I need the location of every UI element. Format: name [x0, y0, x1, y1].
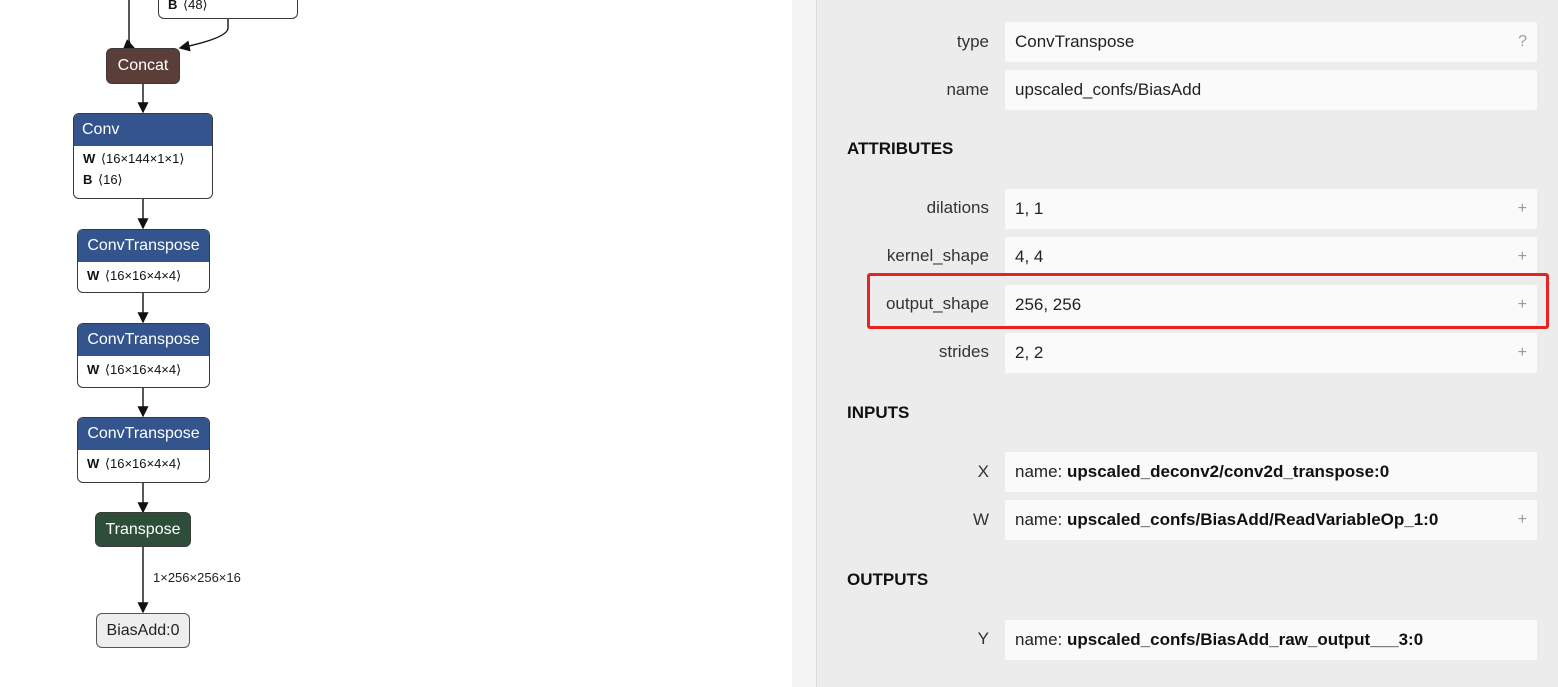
node-output-biasadd[interactable]: BiasAdd:0	[96, 613, 190, 648]
node-conv-w-shape: ⟨16×144×1×1⟩	[100, 151, 185, 166]
properties-panel: type ConvTranspose ? name upscaled_confs…	[792, 0, 1558, 687]
input-w-value: upscaled_confs/BiasAdd/ReadVariableOp_1:…	[1066, 510, 1439, 529]
node-truncated-b-label: B	[168, 0, 178, 12]
node-convtranspose-2-w-label: W	[87, 362, 100, 377]
node-convtranspose-2[interactable]: ConvTranspose W ⟨16×16×4×4⟩	[77, 323, 210, 388]
attr-kernel-shape-box[interactable]: 4, 4 +	[1005, 237, 1537, 277]
node-concat-label: Concat	[117, 57, 169, 74]
attr-dilations-label: dilations	[926, 198, 989, 217]
input-x-box[interactable]: name: upscaled_deconv2/conv2d_transpose:…	[1005, 452, 1537, 492]
node-convtranspose-3-label: ConvTranspose	[87, 425, 200, 442]
node-convtranspose-2-label: ConvTranspose	[87, 331, 200, 348]
expand-plus-icon[interactable]: +	[1518, 237, 1527, 277]
help-icon[interactable]: ?	[1518, 22, 1527, 62]
attr-strides-label: strides	[938, 342, 989, 361]
input-w-prefix: name:	[1015, 510, 1067, 529]
expand-plus-icon[interactable]: +	[1518, 333, 1527, 373]
node-transpose-label: Transpose	[105, 521, 181, 538]
input-x-label: X	[977, 462, 989, 481]
node-truncated[interactable]: B ⟨48⟩	[158, 0, 298, 19]
name-label: name	[946, 80, 989, 99]
node-conv-w-label: W	[83, 151, 96, 166]
graph-canvas[interactable]: B ⟨48⟩ Concat Conv W ⟨16×144×1×1⟩ B ⟨16⟩…	[0, 0, 792, 687]
type-value: ConvTranspose	[1015, 32, 1135, 51]
input-x-value: upscaled_deconv2/conv2d_transpose:0	[1066, 462, 1390, 481]
node-output-label: BiasAdd:0	[106, 622, 180, 639]
name-value-box[interactable]: upscaled_confs/BiasAdd	[1005, 70, 1537, 110]
output-y-box[interactable]: name: upscaled_confs/BiasAdd_raw_output_…	[1005, 620, 1537, 660]
node-convtranspose-1-w-label: W	[87, 268, 100, 283]
attributes-heading: ATTRIBUTES	[847, 139, 954, 158]
node-convtranspose-3-header: ConvTranspose	[78, 418, 209, 450]
node-convtranspose-3-w-shape: ⟨16×16×4×4⟩	[104, 456, 182, 471]
node-conv-b-shape: ⟨16⟩	[98, 172, 123, 187]
node-convtranspose-1-w-shape: ⟨16×16×4×4⟩	[104, 268, 182, 283]
node-conv-b-row: B ⟨16⟩	[83, 169, 203, 190]
node-convtranspose-3-w-label: W	[87, 456, 100, 471]
attr-kernel-shape-value: 4, 4	[1015, 247, 1044, 266]
attr-dilations-value: 1, 1	[1015, 199, 1044, 218]
node-convtranspose-1[interactable]: ConvTranspose W ⟨16×16×4×4⟩	[77, 229, 210, 293]
output-y-value: upscaled_confs/BiasAdd_raw_output___3:0	[1066, 630, 1424, 649]
node-conv[interactable]: Conv W ⟨16×144×1×1⟩ B ⟨16⟩	[73, 113, 213, 199]
node-concat[interactable]: Concat	[106, 48, 180, 84]
edge-const-to-concat	[178, 18, 229, 52]
node-conv-label: Conv	[82, 121, 120, 138]
node-truncated-b-shape: ⟨48⟩	[183, 0, 208, 12]
node-convtranspose-1-header: ConvTranspose	[78, 230, 209, 262]
edge-shape-label: 1×256×256×16	[153, 570, 241, 585]
type-value-box[interactable]: ConvTranspose ?	[1005, 22, 1537, 62]
node-conv-w-row: W ⟨16×144×1×1⟩	[83, 148, 203, 169]
outputs-heading: OUTPUTS	[847, 570, 929, 589]
edge-input-to-concat	[122, 0, 136, 50]
node-transpose[interactable]: Transpose	[95, 512, 191, 547]
attr-dilations-box[interactable]: 1, 1 +	[1005, 189, 1537, 229]
output-y-prefix: name:	[1015, 630, 1067, 649]
expand-plus-icon[interactable]: +	[1518, 189, 1527, 229]
node-convtranspose-2-header: ConvTranspose	[78, 324, 209, 356]
input-x-prefix: name:	[1015, 462, 1067, 481]
node-conv-header: Conv	[74, 114, 212, 146]
output-y-label: Y	[977, 629, 989, 648]
input-w-label: W	[972, 510, 989, 529]
panel-resize-gutter[interactable]	[792, 0, 817, 687]
node-convtranspose-3[interactable]: ConvTranspose W ⟨16×16×4×4⟩	[77, 417, 210, 483]
expand-plus-icon[interactable]: +	[1518, 500, 1527, 540]
inputs-heading: INPUTS	[847, 403, 910, 422]
node-convtranspose-1-label: ConvTranspose	[87, 237, 200, 254]
input-w-box[interactable]: name: upscaled_confs/BiasAdd/ReadVariabl…	[1005, 500, 1537, 540]
name-value: upscaled_confs/BiasAdd	[1015, 80, 1202, 99]
node-conv-b-label: B	[83, 172, 93, 187]
attr-strides-box[interactable]: 2, 2 +	[1005, 333, 1537, 373]
attr-kernel-shape-label: kernel_shape	[886, 246, 989, 265]
node-convtranspose-2-w-shape: ⟨16×16×4×4⟩	[104, 362, 182, 377]
type-label: type	[956, 32, 989, 51]
output-shape-highlight-box	[867, 273, 1549, 329]
attr-strides-value: 2, 2	[1015, 343, 1044, 362]
